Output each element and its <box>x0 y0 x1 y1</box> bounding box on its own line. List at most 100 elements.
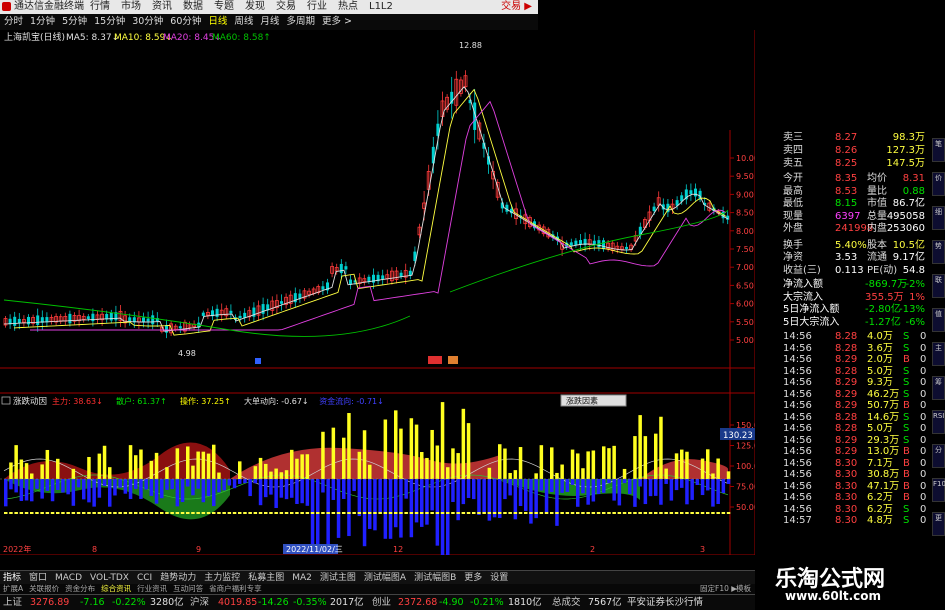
indicator-tab[interactable]: MA2 <box>292 571 312 585</box>
trade-button[interactable]: 交易 ▶ <box>501 0 532 14</box>
indicator-tab[interactable]: 设置 <box>490 571 508 585</box>
ma5-label: MA5: 8.37↓ <box>66 33 119 43</box>
period-tab[interactable]: 更多 > <box>322 14 352 30</box>
period-tab[interactable]: 1分钟 <box>30 14 55 30</box>
side-tab[interactable]: 筹 <box>932 376 945 400</box>
index-cy-change: -4.90 <box>439 597 464 608</box>
info-tab[interactable]: 关联报价 <box>29 584 59 594</box>
period-tab[interactable]: 60分钟 <box>170 14 201 30</box>
quote-cell: 0.113 <box>835 264 864 276</box>
menu-item[interactable]: L1L2 <box>369 0 400 14</box>
quote-cell: 253060 <box>886 223 925 234</box>
side-tab[interactable]: 更 <box>932 512 945 536</box>
quote-panel: 卖三 8.27 98.3万 卖四 8.26 127.3万 卖五 8.25 147.5万 今开 8.3… <box>755 130 935 570</box>
quote-row: 卖五 8.25 147.5万 <box>755 156 935 171</box>
quote-row: 收益(三) 0.113 PE(动) 54.8 <box>755 263 935 278</box>
index-hs-value: 4019.85 <box>218 597 258 608</box>
quote-cell: 5日大宗流入 <box>783 316 840 328</box>
indicator-tab[interactable]: 测试幅图A <box>364 571 406 585</box>
indicator-tab[interactable]: 私募主图 <box>248 571 284 585</box>
period-tab[interactable]: 周线 <box>234 14 253 30</box>
side-tab[interactable]: RSI <box>932 410 945 434</box>
menu-item[interactable]: 热点 <box>338 0 369 14</box>
quote-cell: PE(动) <box>867 264 898 276</box>
period-tab[interactable]: 月线 <box>260 14 279 30</box>
indicator-value-label: 散户: 61.37↑ <box>116 396 167 406</box>
menu-item[interactable]: 市场 <box>121 0 152 14</box>
side-tab[interactable]: F10 <box>932 478 945 502</box>
index-hs-name[interactable]: 沪深 <box>190 595 209 610</box>
info-tab[interactable]: 省商户福利专享 <box>209 584 262 594</box>
side-tab[interactable]: 主 <box>932 342 945 366</box>
menu-item[interactable]: 行情 <box>90 0 121 14</box>
template-button[interactable]: 模板 <box>736 584 751 594</box>
quote-row: 5日大宗流入 -1.27亿 -6% <box>755 315 935 330</box>
info-tab[interactable]: 资金分布 <box>65 584 95 594</box>
quote-cell: -6% <box>905 316 925 328</box>
indicator-tab[interactable]: 趋势动力 <box>160 571 196 585</box>
quote-row: 14:57 8.30 4.8万 S 0 <box>755 513 935 528</box>
indicator-tab[interactable]: CCI <box>137 571 152 585</box>
side-tab[interactable]: 细 <box>932 206 945 230</box>
side-tab[interactable]: 联 <box>932 274 945 298</box>
time-tick: 2 <box>590 545 595 554</box>
menu-item[interactable]: 交易 <box>276 0 307 14</box>
info-tab[interactable]: 扩展A <box>3 584 23 594</box>
quote-cell: 0 <box>920 515 927 526</box>
period-tab[interactable]: 5分钟 <box>62 14 87 30</box>
quote-cell: 8.30 <box>835 515 858 526</box>
indicator-tab[interactable]: 指标 <box>3 571 21 585</box>
indicator-tick: 100.00 <box>736 462 755 471</box>
menu-item[interactable]: 专题 <box>214 0 245 14</box>
info-tab[interactable]: 综合资讯 <box>101 584 131 594</box>
period-tab[interactable]: 分时 <box>4 14 23 30</box>
side-tab[interactable]: 分 <box>932 444 945 468</box>
period-tab[interactable]: 15分钟 <box>94 14 125 30</box>
indicator-title: 涨跌动因 <box>13 396 47 407</box>
price-tick: 7.00 <box>736 263 754 272</box>
info-tab[interactable]: 行业资讯 <box>137 584 167 594</box>
menu-item[interactable]: 发现 <box>245 0 276 14</box>
index-sh-value: 3276.89 <box>30 597 70 608</box>
indicator-tab[interactable]: 更多 <box>464 571 482 585</box>
side-tab[interactable]: 值 <box>932 308 945 332</box>
side-tab[interactable]: 价 <box>932 172 945 196</box>
info-tab[interactable]: 互动问答 <box>173 584 203 594</box>
indicator-tab[interactable]: 主力监控 <box>204 571 240 585</box>
period-tab[interactable]: 多周期 <box>286 14 315 30</box>
period-tab[interactable]: 30分钟 <box>132 14 163 30</box>
index-cy-value: 2372.68 <box>398 597 438 608</box>
f10-fixed[interactable]: 固定F10 ▶ <box>700 584 737 594</box>
menu-item[interactable]: 资讯 <box>152 0 183 14</box>
indicator-tab[interactable]: 测试幅图B <box>414 571 456 585</box>
price-tick: 8.50 <box>736 209 754 218</box>
indicator-tab[interactable]: 窗口 <box>29 571 47 585</box>
index-sh-name[interactable]: 上证 <box>3 595 22 610</box>
quote-cell: 54.8 <box>902 264 925 276</box>
indicator-tab[interactable]: 测试主图 <box>320 571 356 585</box>
period-bar: 分时 1分钟 5分钟 15分钟 30分钟 60分钟 日线 周线 月线 多周期 更多 > <box>0 14 538 31</box>
price-tick: 9.50 <box>736 172 754 181</box>
ma60-label: MA60: 8.58↑ <box>212 33 271 43</box>
total-volume-value: 7567亿 <box>588 597 622 608</box>
app-logo-icon <box>2 2 11 11</box>
menu-item[interactable]: 数据 <box>183 0 214 14</box>
indicator-tick: 125.00 <box>736 442 755 451</box>
period-tab[interactable]: 日线 <box>208 14 227 30</box>
indicator-tab[interactable]: MACD <box>55 571 82 585</box>
price-tick: 9.00 <box>736 190 754 199</box>
indicator-value-label: 资金流向: -0.71↓ <box>319 396 384 406</box>
watermark-url: www.60lt.com <box>785 589 882 603</box>
side-tab[interactable]: 势 <box>932 240 945 264</box>
indicator-value-label: 主力: 38.63↓ <box>52 396 103 406</box>
price-tick: 10.00 <box>736 154 755 163</box>
side-tab[interactable]: 笔 <box>932 138 945 162</box>
indicator-tab[interactable]: VOL-TDX <box>90 571 129 585</box>
index-sh-pct: -0.22% <box>112 597 146 608</box>
menu-item[interactable]: 行业 <box>307 0 338 14</box>
index-cy-pct: -0.21% <box>470 597 504 608</box>
kline-chart[interactable]: 上海凯宝(日线) MA5: 8.37↓ MA10: 8.59↓ MA20: 8.… <box>0 30 755 555</box>
indicator-current-value: 130.23 <box>723 431 753 441</box>
index-cy-name[interactable]: 创业 <box>372 595 391 610</box>
status-bar: 上证 3276.89 -7.16 -0.22% 3280亿 沪深 4019.85… <box>0 594 755 610</box>
